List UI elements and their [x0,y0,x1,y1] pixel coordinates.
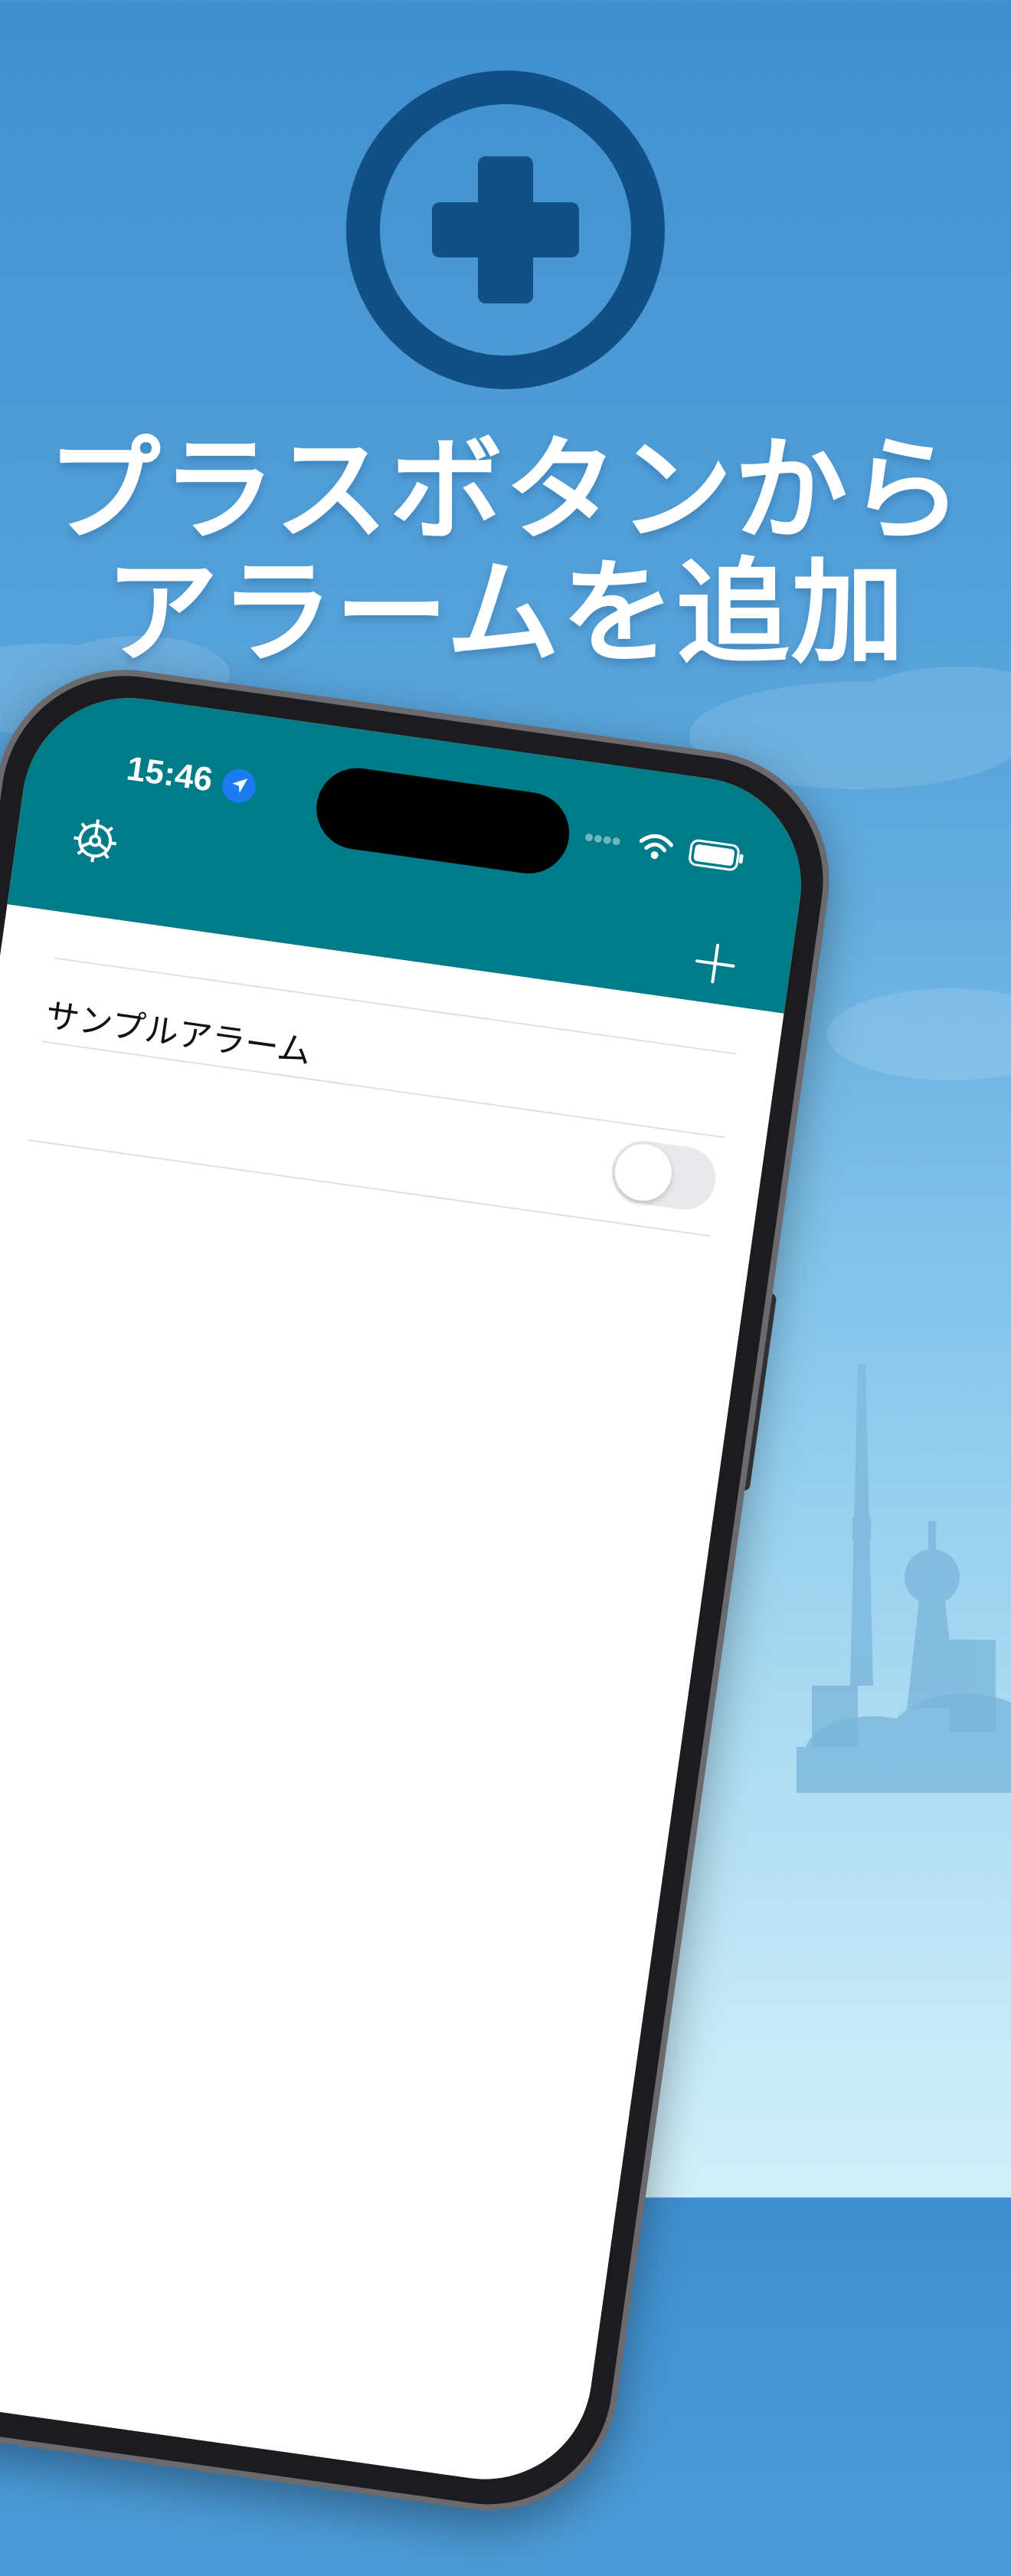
toggle-knob [611,1140,676,1204]
plus-circle-icon [346,70,665,389]
dynamic-island [311,762,574,879]
battery-icon [689,839,744,871]
headline-line-1: プラスボタンから [47,424,964,556]
status-time: 15:46 [124,749,215,799]
headline: プラスボタンから アラームを追加 [0,429,1011,674]
gear-icon[interactable] [67,813,123,868]
wifi-icon [639,834,674,860]
phone-mockup: 15:46 サンプルアラーム [0,627,905,2576]
location-arrow-icon [221,769,256,803]
status-indicators [583,823,746,873]
row-divider [41,1041,725,1139]
signal-dots-icon [585,834,620,846]
alarm-toggle[interactable] [607,1136,720,1214]
row-bottom-divider [28,1139,712,1237]
phone-screen: 15:46 サンプルアラーム [0,683,815,2493]
add-alarm-button[interactable] [691,939,739,988]
